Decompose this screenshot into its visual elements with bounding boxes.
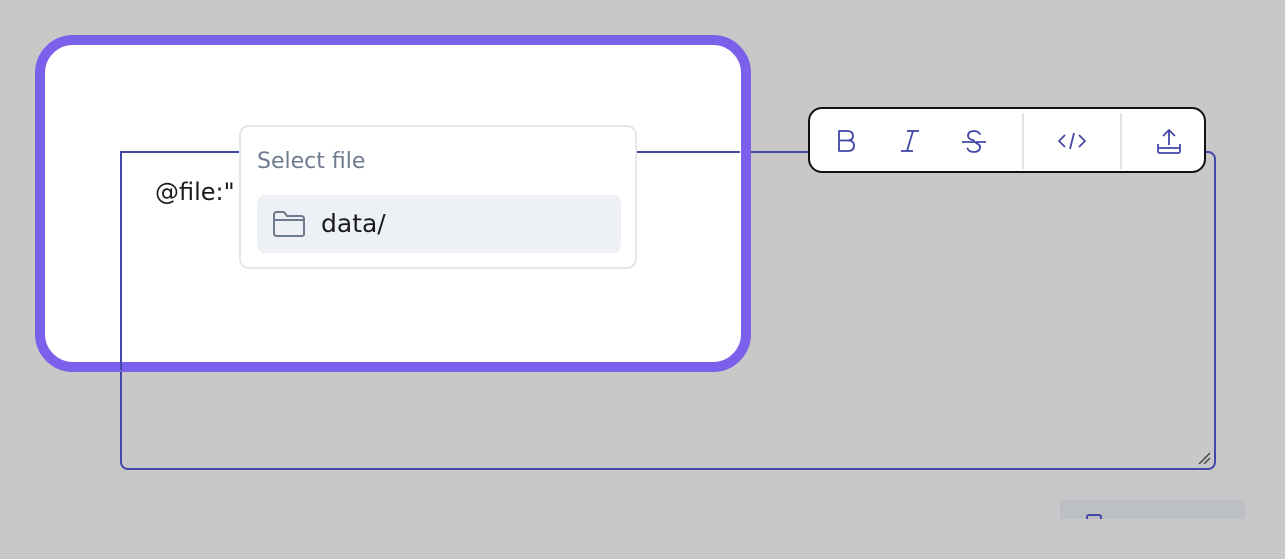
partial-button[interactable] — [1060, 500, 1245, 519]
resize-grip-icon[interactable] — [1197, 451, 1211, 465]
editor-border-top — [120, 151, 240, 153]
code-icon — [1058, 132, 1086, 150]
strikethrough-icon — [962, 130, 986, 153]
upload-button[interactable] — [1151, 123, 1187, 159]
bold-button[interactable] — [828, 123, 864, 159]
file-picker-item[interactable]: data/ — [257, 195, 621, 253]
editor-content[interactable]: @file:" — [155, 178, 235, 206]
file-picker-popup: Select file data/ — [239, 125, 637, 269]
bold-icon — [838, 130, 855, 152]
file-picker-item-label: data/ — [321, 209, 386, 238]
partial-icon — [1086, 514, 1102, 519]
toolbar-separator — [1120, 113, 1122, 169]
code-button[interactable] — [1054, 123, 1090, 159]
folder-icon — [273, 211, 305, 237]
italic-icon — [901, 130, 919, 152]
editor-border-left — [120, 151, 122, 370]
file-picker-title: Select file — [257, 149, 366, 174]
editor-border-top — [636, 151, 740, 153]
upload-icon — [1157, 129, 1181, 154]
italic-button[interactable] — [892, 123, 928, 159]
toolbar-separator — [1022, 113, 1024, 169]
formatting-toolbar — [808, 107, 1206, 173]
strikethrough-button[interactable] — [956, 123, 992, 159]
